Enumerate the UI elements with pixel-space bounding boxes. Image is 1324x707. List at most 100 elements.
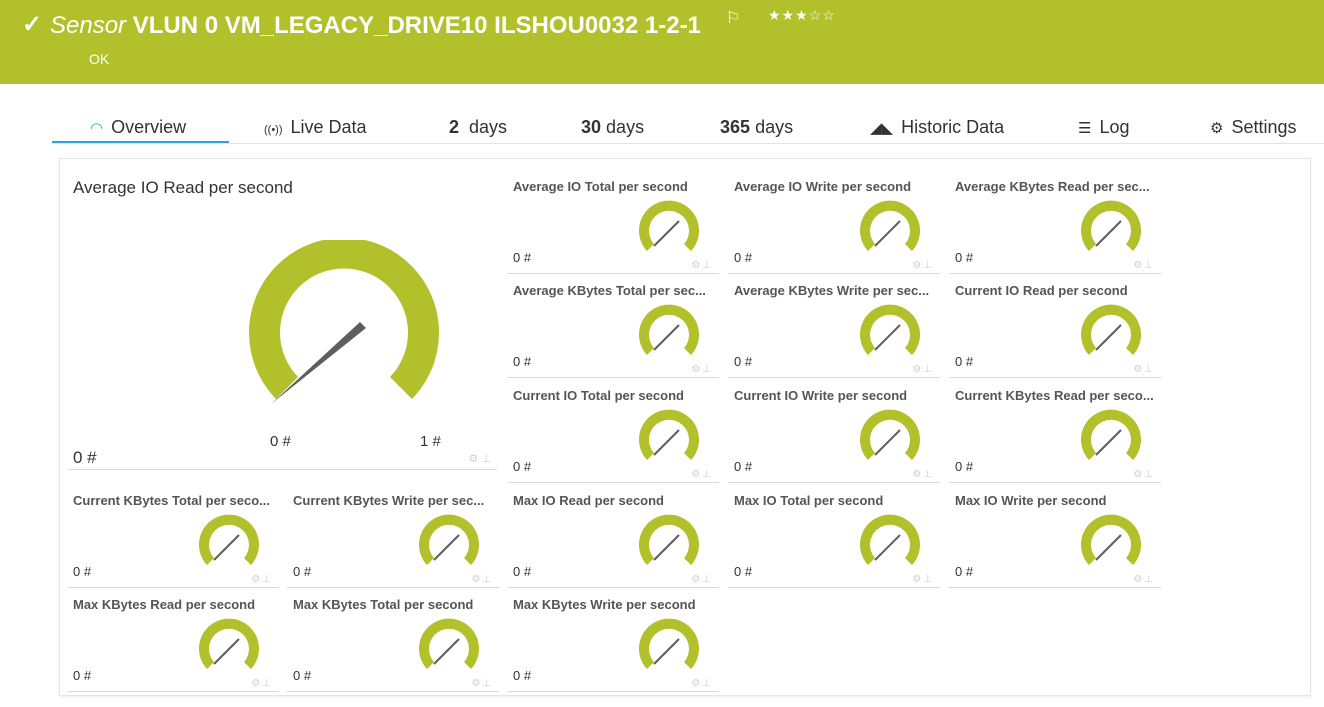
- check-icon: ✓: [22, 11, 43, 38]
- gauge-tile[interactable]: Max KBytes Write per second 0 # ⚙⊥: [507, 588, 719, 692]
- tab-log[interactable]: ☰ Log: [1078, 112, 1130, 142]
- gear-icon[interactable]: ⚙⊥: [471, 678, 493, 689]
- gear-icon[interactable]: ⚙⊥: [691, 364, 713, 375]
- tab-label: days: [469, 117, 508, 137]
- main-gauge-title: Average IO Read per second: [73, 178, 293, 197]
- gauge-arc: [860, 200, 920, 251]
- gear-icon[interactable]: ⚙⊥: [251, 574, 273, 585]
- gear-icon[interactable]: ⚙⊥: [912, 469, 934, 480]
- gauge-arc: [199, 514, 259, 565]
- gauge-tile[interactable]: Max IO Read per second 0 # ⚙⊥: [507, 484, 719, 588]
- gauge-tile[interactable]: Max IO Total per second 0 # ⚙⊥: [728, 484, 940, 588]
- gear-icon[interactable]: ⚙⊥: [691, 260, 713, 271]
- tab-365-days[interactable]: 365 days: [720, 112, 793, 142]
- gauge-tile[interactable]: Current KBytes Read per seco... 0 # ⚙⊥: [949, 379, 1161, 483]
- gauge-title: Max KBytes Total per second: [293, 597, 474, 612]
- gauge-value: 0 #: [293, 668, 312, 683]
- log-icon: ☰: [1078, 120, 1092, 137]
- gauge-arc: [1081, 304, 1141, 355]
- gear-icon[interactable]: ⚙⊥: [471, 574, 493, 585]
- gauge-tile[interactable]: Max KBytes Read per second 0 # ⚙⊥: [67, 588, 279, 692]
- tab-label: Overview: [111, 117, 187, 137]
- gauge-dial: [639, 304, 699, 355]
- tab-label: days: [606, 117, 645, 137]
- tab-divider: [52, 143, 1324, 144]
- gear-icon[interactable]: ⚙⊥: [1133, 260, 1155, 271]
- tab-prefix: 30: [581, 117, 602, 137]
- gauge-tile[interactable]: Average KBytes Read per sec... 0 # ⚙⊥: [949, 170, 1161, 274]
- gauge-tile[interactable]: Current KBytes Total per seco... 0 # ⚙⊥: [67, 484, 279, 588]
- tab-live-data[interactable]: ((•)) Live Data: [264, 112, 367, 142]
- gauge-dial: [199, 514, 259, 565]
- gear-icon[interactable]: ⚙⊥: [1133, 469, 1155, 480]
- gauge-tile[interactable]: Average IO Total per second 0 # ⚙⊥: [507, 170, 719, 274]
- gear-icon[interactable]: ⚙⊥: [691, 678, 713, 689]
- tab-label: Historic Data: [901, 117, 1005, 137]
- area-chart-icon: ◢◣: [870, 120, 894, 137]
- main-gauge-max: 1 #: [420, 433, 441, 450]
- gauge-needle: [1095, 324, 1122, 351]
- gauge-title: Current KBytes Write per sec...: [293, 493, 485, 508]
- tab-2-days[interactable]: 2 days: [449, 112, 507, 142]
- gauge-arc: [1081, 200, 1141, 251]
- gauge-value: 0 #: [734, 354, 753, 369]
- gauge-tile[interactable]: Max KBytes Total per second 0 # ⚙⊥: [287, 588, 499, 692]
- gauge-dial: [860, 200, 920, 251]
- gauge-title: Average KBytes Total per sec...: [513, 283, 706, 298]
- gauge-tile[interactable]: Current KBytes Write per sec... 0 # ⚙⊥: [287, 484, 499, 588]
- flag-icon[interactable]: ⚐: [726, 8, 740, 28]
- gauge-arc: [1081, 514, 1141, 565]
- gauge-value: 0 #: [734, 564, 753, 579]
- gauge-value: 0 #: [73, 564, 92, 579]
- gear-icon[interactable]: ⚙⊥: [251, 678, 273, 689]
- gauge-dial: [860, 304, 920, 355]
- gauge-title: Average KBytes Write per sec...: [734, 283, 930, 298]
- gauge-dial: [1081, 304, 1141, 355]
- sensor-header: ✓ Sensor VLUN 0 VM_LEGACY_DRIVE10 ILSHOU…: [0, 0, 1324, 84]
- gauge-tile[interactable]: Max IO Write per second 0 # ⚙⊥: [949, 484, 1161, 588]
- sensor-kind: Sensor: [50, 12, 127, 39]
- gauge-dial: [639, 200, 699, 251]
- gear-icon[interactable]: ⚙⊥: [691, 574, 713, 585]
- gauge-tile[interactable]: Current IO Total per second 0 # ⚙⊥: [507, 379, 719, 483]
- gear-icon[interactable]: ⚙⊥: [912, 574, 934, 585]
- tab-settings[interactable]: ⚙ Settings: [1210, 112, 1297, 142]
- gear-icon[interactable]: ⚙⊥: [1133, 574, 1155, 585]
- gear-icon: ⚙: [1210, 120, 1224, 137]
- gear-icon[interactable]: ⚙⊥: [691, 469, 713, 480]
- tab-label: Settings: [1231, 117, 1297, 137]
- gauge-arc: [860, 304, 920, 355]
- tab-overview[interactable]: ◠ Overview: [90, 112, 186, 142]
- gauge-needle: [874, 429, 901, 456]
- gauge-dial: [419, 514, 479, 565]
- tab-30-days[interactable]: 30 days: [581, 112, 644, 142]
- gear-icon[interactable]: ⚙ ⊥: [469, 452, 492, 465]
- gauge-value: 0 #: [513, 459, 532, 474]
- main-gauge-tile[interactable]: Average IO Read per second 0 # 1 # 0 # ⚙…: [67, 170, 497, 470]
- gear-icon[interactable]: ⚙⊥: [912, 364, 934, 375]
- gauge-arc: [419, 618, 479, 669]
- gauge-dial: [639, 618, 699, 669]
- tab-bar: ◠ Overview ((•)) Live Data 2 days 30 days …: [52, 112, 1324, 144]
- priority-stars[interactable]: ★★★☆☆: [768, 7, 836, 24]
- gauge-needle: [1095, 534, 1122, 561]
- gauge-value: 0 #: [513, 668, 532, 683]
- live-signal-icon: ((•)): [264, 124, 283, 136]
- main-gauge-arc: [249, 240, 439, 399]
- gear-icon[interactable]: ⚙⊥: [912, 260, 934, 271]
- gauge-tile[interactable]: Current IO Write per second 0 # ⚙⊥: [728, 379, 940, 483]
- gauge-dial: [419, 618, 479, 669]
- tab-historic-data[interactable]: ◢◣ Historic Data: [870, 112, 1004, 142]
- gauge-value: 0 #: [293, 564, 312, 579]
- gauge-title: Max IO Write per second: [955, 493, 1107, 508]
- sensor-title: Sensor VLUN 0 VM_LEGACY_DRIVE10 ILSHOU00…: [50, 11, 701, 41]
- gear-icon[interactable]: ⚙⊥: [1133, 364, 1155, 375]
- gauge-tile[interactable]: Average KBytes Write per sec... 0 # ⚙⊥: [728, 274, 940, 378]
- tab-label: Live Data: [290, 117, 367, 137]
- gauge-title: Current KBytes Total per seco...: [73, 493, 270, 508]
- gauge-tile[interactable]: Average KBytes Total per sec... 0 # ⚙⊥: [507, 274, 719, 378]
- tab-label: days: [755, 117, 794, 137]
- gauge-tile[interactable]: Current IO Read per second 0 # ⚙⊥: [949, 274, 1161, 378]
- main-gauge-min: 0 #: [270, 433, 291, 450]
- gauge-tile[interactable]: Average IO Write per second 0 # ⚙⊥: [728, 170, 940, 274]
